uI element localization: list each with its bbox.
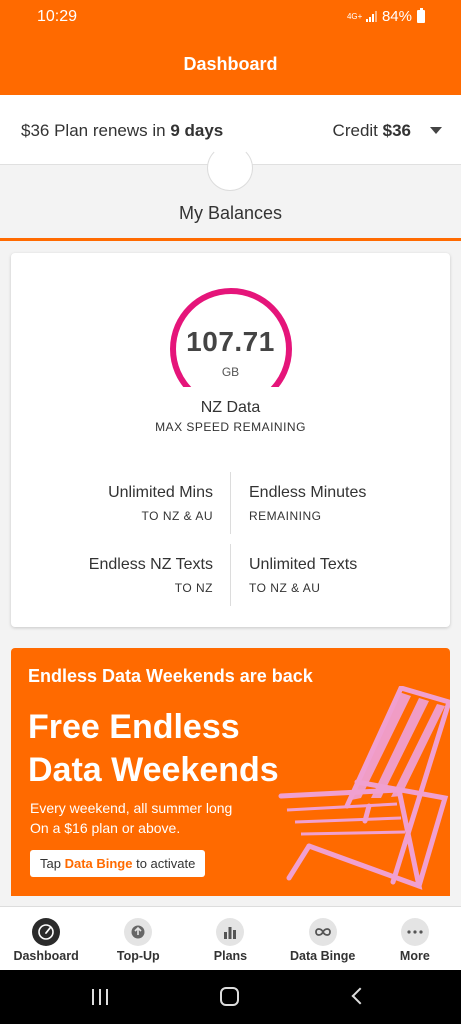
page-title: Dashboard xyxy=(183,54,278,74)
home-icon[interactable] xyxy=(220,987,239,1006)
signal-icon xyxy=(365,11,377,22)
system-nav-bar xyxy=(0,970,461,1024)
balance-cell-sub: REMAINING xyxy=(249,509,322,523)
divider xyxy=(230,544,231,606)
balance-card: 107.71 GB NZ Data MAX SPEED REMAINING Un… xyxy=(11,253,450,627)
nav-data-binge[interactable]: Data Binge xyxy=(277,907,369,970)
balances-section: My Balances xyxy=(0,145,461,238)
nav-label: Dashboard xyxy=(13,949,79,963)
balance-cell-nz-texts: Endless NZ Texts TO NZ xyxy=(89,556,213,595)
balance-cell-sub: TO NZ xyxy=(174,581,213,595)
nav-label: Plans xyxy=(213,949,248,963)
plan-renewal-text: $36 Plan renews in 9 days xyxy=(21,121,223,141)
balance-cell-sub: TO NZ & AU xyxy=(141,509,213,523)
battery-percent: 84% xyxy=(381,8,412,25)
data-remaining-value: 107.71 xyxy=(186,326,275,357)
credit-label: Credit xyxy=(332,121,383,140)
balance-cell-endless-minutes: Endless Minutes REMAINING xyxy=(249,484,366,523)
speedometer-icon xyxy=(32,918,61,946)
promo-body-line: Every weekend, all summer long xyxy=(30,800,233,816)
nav-plans[interactable]: Plans xyxy=(184,907,276,970)
promo-headline-line: Free Endless xyxy=(28,708,240,746)
bottom-nav: Dashboard Top-Up Plans Data Binge More xyxy=(0,906,461,970)
credit-value: $36 xyxy=(382,121,411,140)
balance-cell-unlimited-texts: Unlimited Texts TO NZ & AU xyxy=(249,556,357,595)
promo-headline-line: Data Weekends xyxy=(28,751,279,789)
nav-more[interactable]: More xyxy=(369,907,461,970)
app-header: Dashboard xyxy=(0,34,461,95)
promo-headline: Free Endless Data Weekends xyxy=(28,706,279,792)
data-sublabel: MAX SPEED REMAINING xyxy=(155,420,306,434)
bar-chart-icon xyxy=(216,918,245,946)
status-indicators: 4G+ 84% xyxy=(347,8,425,25)
nav-label: More xyxy=(399,949,430,963)
balance-cell-title: Unlimited Texts xyxy=(249,556,358,573)
plan-renewal-prefix: $36 Plan renews in xyxy=(21,121,171,140)
data-remaining-unit: GB xyxy=(221,365,240,379)
battery-icon xyxy=(417,8,425,23)
credit-text: Credit $36 xyxy=(333,121,411,141)
promo-cta-suffix: to activate xyxy=(132,856,196,871)
promo-body: Every weekend, all summer long On a $16 … xyxy=(30,798,232,838)
back-icon[interactable] xyxy=(351,987,369,1005)
pull-handle[interactable] xyxy=(207,145,253,191)
recents-icon[interactable] xyxy=(92,989,108,1005)
nav-label: Top-Up xyxy=(116,949,160,963)
divider xyxy=(230,472,231,534)
nav-label: Data Binge xyxy=(290,949,356,963)
promo-cta-bold: Data Binge xyxy=(64,856,133,871)
network-type-icon: 4G+ xyxy=(346,11,363,21)
top-up-icon xyxy=(124,918,153,946)
promo-kicker: Endless Data Weekends are back xyxy=(28,666,313,686)
promo-cta-prefix: Tap xyxy=(40,856,65,871)
status-bar: 10:29 4G+ 84% xyxy=(0,0,461,34)
more-dots-icon xyxy=(400,918,429,946)
status-time: 10:29 xyxy=(37,8,78,25)
balance-cell-title: Endless NZ Texts xyxy=(88,556,213,573)
balance-cell-title: Endless Minutes xyxy=(249,484,367,501)
promo-banner[interactable]: Endless Data Weekends are back Free Endl… xyxy=(11,648,450,896)
balance-cell-mins: Unlimited Mins TO NZ & AU xyxy=(108,484,213,523)
data-label: NZ Data xyxy=(200,399,261,416)
chevron-down-icon[interactable] xyxy=(430,127,442,134)
balances-tab-indicator xyxy=(0,238,461,241)
nav-dashboard[interactable]: Dashboard xyxy=(0,907,92,970)
beach-chair-illustration xyxy=(278,686,450,890)
balance-cell-title: Unlimited Mins xyxy=(108,484,213,501)
nav-top-up[interactable]: Top-Up xyxy=(92,907,184,970)
promo-cta-button[interactable]: Tap Data Binge to activate xyxy=(30,850,206,877)
balances-title: My Balances xyxy=(178,203,283,223)
plan-renewal-days: 9 days xyxy=(170,121,224,140)
balance-cell-sub: TO NZ & AU xyxy=(249,581,321,595)
promo-body-line: On a $16 plan or above. xyxy=(30,820,181,836)
infinity-icon xyxy=(308,918,337,946)
